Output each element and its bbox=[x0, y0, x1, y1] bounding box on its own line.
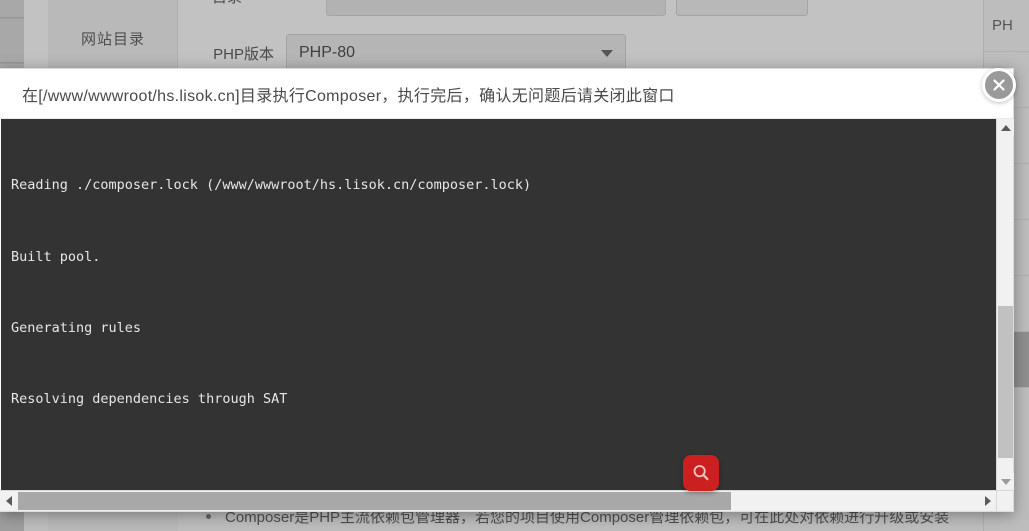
terminal-output[interactable]: Reading ./composer.lock (/www/wwwroot/hs… bbox=[1, 119, 996, 490]
modal-close-button[interactable] bbox=[982, 68, 1016, 102]
terminal-area: Reading ./composer.lock (/www/wwwroot/hs… bbox=[1, 119, 1014, 490]
bullet-icon bbox=[206, 513, 211, 519]
triangle-right-icon bbox=[984, 496, 991, 506]
terminal-line: Reading ./composer.lock (/www/wwwroot/hs… bbox=[11, 177, 532, 194]
terminal-line: Generating rules bbox=[11, 319, 142, 336]
background-secondary-input[interactable] bbox=[676, 0, 808, 16]
php-version-row: PHP版本 PHP-80 bbox=[178, 34, 626, 72]
background-field-label-partial: 目录 bbox=[212, 0, 242, 7]
triangle-left-icon bbox=[5, 496, 12, 506]
search-float-button[interactable] bbox=[683, 455, 719, 491]
scroll-down-button[interactable] bbox=[997, 473, 1014, 490]
scroll-left-button[interactable] bbox=[0, 491, 17, 511]
background-text-input[interactable] bbox=[326, 0, 666, 16]
php-version-select[interactable]: PHP-80 bbox=[286, 34, 626, 72]
php-version-label: PHP版本 bbox=[213, 45, 274, 63]
rail-segment bbox=[0, 0, 24, 18]
modal-header: 在[/www/wwwroot/hs.lisok.cn]目录执行Composer，… bbox=[0, 69, 1013, 119]
scrollbar-corner bbox=[996, 491, 1013, 511]
terminal-line: Built pool. bbox=[11, 248, 101, 265]
php-version-value: PHP-80 bbox=[299, 44, 356, 61]
close-icon bbox=[993, 79, 1005, 91]
sidebar-item-site-directory[interactable]: 网站目录 bbox=[48, 28, 178, 49]
terminal-line: Resolving dependencies through SAT bbox=[11, 390, 288, 407]
rail-segment bbox=[0, 19, 24, 63]
scroll-right-button[interactable] bbox=[979, 491, 996, 511]
triangle-up-icon bbox=[1000, 124, 1011, 131]
terminal-horizontal-scrollbar[interactable] bbox=[0, 490, 1013, 511]
modal-title: 在[/www/wwwroot/hs.lisok.cn]目录执行Composer，… bbox=[22, 87, 675, 105]
vertical-scroll-thumb[interactable] bbox=[998, 306, 1013, 458]
screen-root: 网站目录 运行目录 目录 PHP版本 PHP-80 Composer是PHP主流… bbox=[0, 0, 1029, 531]
horizontal-scroll-thumb[interactable] bbox=[18, 492, 731, 510]
terminal-vertical-scrollbar[interactable] bbox=[996, 119, 1014, 490]
triangle-down-icon bbox=[1000, 478, 1011, 485]
search-icon bbox=[693, 465, 709, 481]
table-header-cell: PH bbox=[984, 0, 1029, 52]
chevron-down-icon bbox=[601, 49, 613, 57]
composer-execute-modal: 在[/www/wwwroot/hs.lisok.cn]目录执行Composer，… bbox=[0, 68, 1014, 512]
scroll-up-button[interactable] bbox=[997, 119, 1014, 136]
